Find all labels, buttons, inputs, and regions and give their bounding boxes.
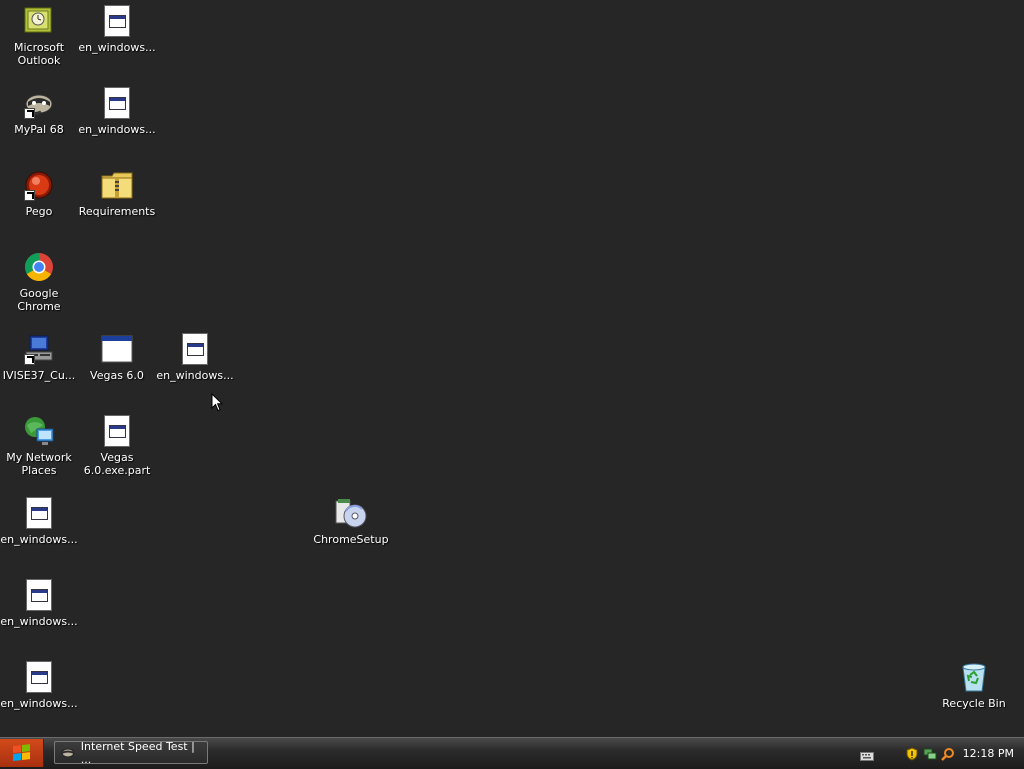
document-icon [22, 578, 56, 612]
outlook-label: Microsoft Outlook [13, 41, 65, 67]
computer-setup-icon [22, 332, 56, 366]
taskbar: Internet Speed Test | ... 12:18 PM [0, 737, 1024, 769]
outlook-icon [22, 4, 56, 38]
network-connection-icon[interactable] [923, 746, 937, 760]
keyboard-icon[interactable] [860, 747, 874, 761]
mypal-shortcut[interactable]: MyPal 68 [0, 86, 78, 136]
shortcut-arrow-icon [24, 108, 35, 119]
document-icon [100, 86, 134, 120]
document-icon [22, 496, 56, 530]
en-windows-file-4[interactable]: en_windows... [0, 496, 78, 546]
en-windows-label-3: en_windows... [156, 369, 234, 382]
en-windows-label-5: en_windows... [0, 615, 78, 628]
en-windows-file-5[interactable]: en_windows... [0, 578, 78, 628]
mypal-label: MyPal 68 [14, 123, 64, 136]
desktop: Microsoft Outlook MyPal 68 Pego Google C… [0, 0, 1024, 737]
chrome-shortcut[interactable]: Google Chrome [0, 250, 78, 313]
document-icon [22, 660, 56, 694]
en-windows-label-1: en_windows... [78, 41, 156, 54]
taskbar-item-label: Internet Speed Test | ... [80, 739, 195, 766]
en-windows-file-1[interactable]: en_windows... [78, 4, 156, 54]
chromesetup-file[interactable]: ChromeSetup [312, 496, 390, 546]
recycle-bin-label: Recycle Bin [942, 697, 1006, 710]
security-shield-icon[interactable] [905, 746, 919, 761]
shortcut-arrow-icon [24, 190, 35, 201]
system-clock[interactable]: 12:18 PM [963, 747, 1014, 760]
document-icon [178, 332, 212, 366]
network-label: My Network Places [6, 451, 72, 477]
vegas-part-label: Vegas 6.0.exe.part [83, 451, 151, 477]
system-tray: 12:18 PM [894, 738, 1024, 768]
raccoon-icon [22, 86, 56, 120]
requirements-label: Requirements [78, 205, 156, 218]
application-window-icon [100, 332, 134, 366]
document-icon [100, 4, 134, 38]
vegas-part-file[interactable]: Vegas 6.0.exe.part [78, 414, 156, 477]
installer-cd-icon [334, 496, 368, 530]
shortcut-arrow-icon [24, 354, 35, 365]
en-windows-file-2[interactable]: en_windows... [78, 86, 156, 136]
chrome-label: Google Chrome [17, 287, 61, 313]
ivise-shortcut[interactable]: IVISE37_Cu... [0, 332, 78, 382]
chrome-icon [22, 250, 56, 284]
outlook-shortcut[interactable]: Microsoft Outlook [0, 4, 78, 67]
en-windows-file-6[interactable]: en_windows... [0, 660, 78, 710]
taskbar-item-internet-speed-test[interactable]: Internet Speed Test | ... [54, 739, 208, 766]
mouse-pointer-icon [211, 392, 224, 416]
chromesetup-label: ChromeSetup [313, 533, 389, 546]
recycle-bin[interactable]: Recycle Bin [935, 660, 1013, 710]
pego-label: Pego [25, 205, 53, 218]
en-windows-file-3[interactable]: en_windows... [156, 332, 234, 382]
network-places[interactable]: My Network Places [0, 414, 78, 477]
recycle-bin-icon [957, 660, 991, 694]
vegas-label: Vegas 6.0 [90, 369, 144, 382]
en-windows-label-6: en_windows... [0, 697, 78, 710]
search-magnifier-icon[interactable] [940, 746, 955, 761]
start-button[interactable] [0, 739, 44, 767]
raccoon-icon [61, 748, 75, 757]
en-windows-label-4: en_windows... [0, 533, 78, 546]
requirements-folder[interactable]: Requirements [78, 168, 156, 218]
document-icon [100, 414, 134, 448]
en-windows-label-2: en_windows... [78, 123, 156, 136]
network-globe-icon [22, 414, 56, 448]
pego-shortcut[interactable]: Pego [0, 168, 78, 218]
windows-logo-icon [12, 744, 31, 762]
vegas-shortcut[interactable]: Vegas 6.0 [78, 332, 156, 382]
zip-folder-icon [100, 168, 134, 202]
ivise-label: IVISE37_Cu... [2, 369, 76, 382]
pego-red-circle-icon [22, 168, 56, 202]
